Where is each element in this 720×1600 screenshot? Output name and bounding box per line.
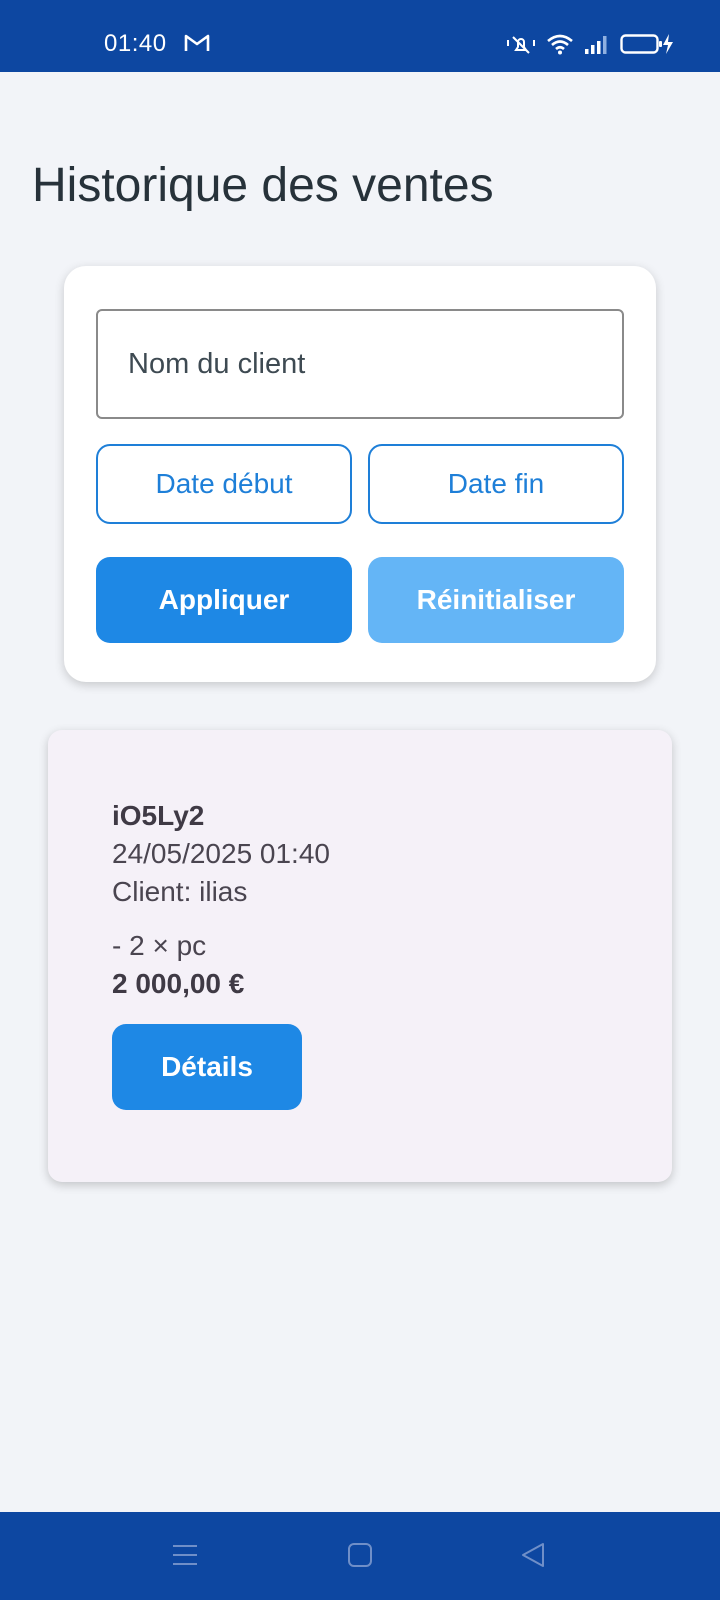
back-icon[interactable] bbox=[520, 1542, 546, 1568]
date-start-label: Date début bbox=[155, 468, 293, 499]
sale-id: iO5Ly2 bbox=[112, 800, 205, 831]
filter-card: Date début Date fin Appliquer Réinitiali… bbox=[64, 266, 656, 682]
sale-card: iO5Ly2 24/05/2025 01:40 Client: ilias - … bbox=[48, 730, 672, 1182]
sale-client: Client: ilias bbox=[112, 876, 248, 907]
date-end-button[interactable]: Date fin bbox=[368, 444, 624, 524]
status-time: 01:40 bbox=[104, 30, 167, 57]
date-end-label: Date fin bbox=[447, 468, 545, 499]
page-title: Historique des ventes bbox=[32, 159, 494, 212]
sale-total: 2 000,00 € bbox=[112, 968, 245, 999]
reset-label: Réinitialiser bbox=[416, 584, 576, 615]
reset-button[interactable]: Réinitialiser bbox=[368, 557, 624, 643]
home-icon[interactable] bbox=[347, 1542, 373, 1568]
status-bar: 01:40 bbox=[0, 0, 720, 72]
navigation-bar bbox=[0, 1512, 720, 1600]
mute-icon bbox=[507, 36, 535, 54]
wifi-icon bbox=[547, 34, 573, 55]
battery-charging-icon bbox=[620, 34, 673, 54]
gmail-icon bbox=[184, 34, 210, 51]
date-start-button[interactable]: Date début bbox=[96, 444, 352, 524]
apply-button[interactable]: Appliquer bbox=[96, 557, 352, 643]
menu-icon[interactable] bbox=[172, 1542, 198, 1568]
sale-datetime: 24/05/2025 01:40 bbox=[112, 838, 330, 869]
signal-icon bbox=[585, 36, 607, 54]
client-name-input[interactable] bbox=[96, 309, 624, 419]
apply-label: Appliquer bbox=[158, 584, 290, 615]
sale-item: - 2 × pc bbox=[112, 930, 207, 961]
status-icons bbox=[506, 32, 674, 56]
details-label: Détails bbox=[161, 1051, 253, 1082]
details-button[interactable]: Détails bbox=[112, 1024, 302, 1110]
